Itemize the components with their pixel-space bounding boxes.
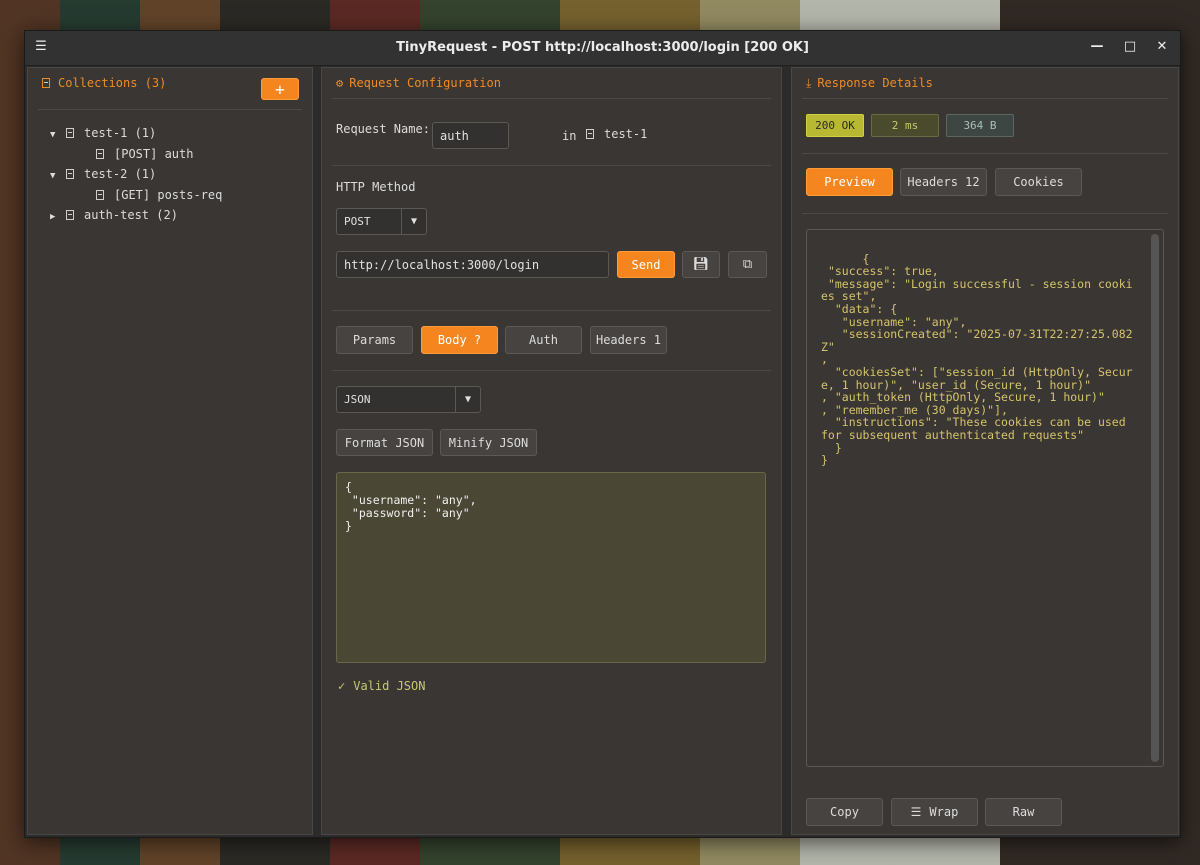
request-panel: ⚙ Request Configuration Request Name: aut… xyxy=(321,67,782,835)
divider xyxy=(802,153,1168,154)
response-panel: ⤓ Response Details 200 OK 2 ms 364 B Prev… xyxy=(791,67,1179,835)
collection-icon xyxy=(42,78,50,88)
folder-icon xyxy=(66,169,74,179)
request-name-label: Request Name: xyxy=(336,122,430,136)
wrap-button[interactable]: ☰ Wrap xyxy=(891,798,978,826)
copy-icon: ⧉ xyxy=(742,257,753,272)
request-name-input[interactable]: auth xyxy=(432,122,509,149)
app-window: ☰ TinyRequest - POST http://localhost:30… xyxy=(24,30,1181,838)
divider xyxy=(38,109,302,110)
copy-response-button[interactable]: Copy xyxy=(806,798,883,826)
tab-auth[interactable]: Auth xyxy=(505,326,582,354)
response-header: ⤓ Response Details xyxy=(806,76,933,90)
response-scrollbar[interactable] xyxy=(1151,234,1159,762)
send-button[interactable]: Send xyxy=(617,251,675,278)
save-icon: 💾︎ xyxy=(692,257,710,272)
title-bar: ☰ TinyRequest - POST http://localhost:30… xyxy=(25,31,1180,66)
divider xyxy=(332,165,771,166)
tab-headers[interactable]: Headers 1 xyxy=(590,326,667,354)
maximize-icon[interactable]: □ xyxy=(1120,37,1140,57)
expand-icon[interactable]: ▼ xyxy=(50,171,64,181)
tree-folder[interactable]: ▶ auth-test (2) xyxy=(50,208,178,222)
tab-cookies[interactable]: Cookies xyxy=(995,168,1082,196)
collection-ref: test-1 xyxy=(584,127,647,141)
valid-json-indicator: ✓ Valid JSON xyxy=(338,679,426,693)
chevron-down-icon: ▼ xyxy=(401,209,426,234)
method-select[interactable]: POST ▼ xyxy=(336,208,427,235)
divider xyxy=(332,98,771,99)
tab-preview[interactable]: Preview xyxy=(806,168,893,196)
format-json-button[interactable]: Format JSON xyxy=(336,429,433,456)
divider xyxy=(332,310,771,311)
folder-icon xyxy=(66,128,74,138)
collections-panel: Collections (3) + ▼ test-1 (1) [POST] aut… xyxy=(27,67,313,835)
tree-request[interactable]: [POST] auth xyxy=(94,147,193,161)
list-icon: ☰ xyxy=(910,805,922,819)
response-body[interactable]: { "success": true, "message": "Login suc… xyxy=(806,229,1164,767)
body-type-select[interactable]: JSON ▼ xyxy=(336,386,481,413)
request-icon xyxy=(96,190,104,200)
collection-icon xyxy=(586,129,594,139)
expand-icon[interactable]: ▼ xyxy=(50,130,64,140)
download-icon: ⤓ xyxy=(806,76,812,90)
http-method-label: HTTP Method xyxy=(336,180,416,194)
body-editor[interactable]: { "username": "any", "password": "any" } xyxy=(336,472,766,663)
minimize-icon[interactable]: — xyxy=(1087,37,1107,57)
add-collection-button[interactable]: + xyxy=(261,78,299,100)
divider xyxy=(332,370,771,371)
collapse-icon[interactable]: ▶ xyxy=(50,212,64,222)
minify-json-button[interactable]: Minify JSON xyxy=(440,429,537,456)
chevron-down-icon: ▼ xyxy=(455,387,480,412)
collections-header: Collections (3) xyxy=(42,76,166,90)
tree-folder[interactable]: ▼ test-2 (1) xyxy=(50,167,156,181)
raw-button[interactable]: Raw xyxy=(985,798,1062,826)
tree-folder[interactable]: ▼ test-1 (1) xyxy=(50,126,156,140)
status-badge: 200 OK xyxy=(806,114,864,137)
divider xyxy=(802,213,1168,214)
request-config-header: ⚙ Request Configuration xyxy=(336,76,501,90)
time-badge: 2 ms xyxy=(871,114,939,137)
tab-response-headers[interactable]: Headers 12 xyxy=(900,168,987,196)
tab-params[interactable]: Params xyxy=(336,326,413,354)
tree-request[interactable]: [GET] posts-req xyxy=(94,188,222,202)
request-icon xyxy=(96,149,104,159)
window-title: TinyRequest - POST http://localhost:3000… xyxy=(396,40,809,55)
copy-request-button[interactable]: ⧉ xyxy=(728,251,767,278)
save-button[interactable]: 💾︎ xyxy=(682,251,720,278)
url-input[interactable]: http://localhost:3000/login xyxy=(336,251,609,278)
close-icon[interactable]: ✕ xyxy=(1152,37,1172,57)
gear-icon: ⚙ xyxy=(336,76,344,90)
folder-icon xyxy=(66,210,74,220)
size-badge: 364 B xyxy=(946,114,1014,137)
tab-body[interactable]: Body ? xyxy=(421,326,498,354)
divider xyxy=(802,98,1168,99)
in-label: in xyxy=(562,129,577,143)
check-icon: ✓ xyxy=(338,679,346,693)
